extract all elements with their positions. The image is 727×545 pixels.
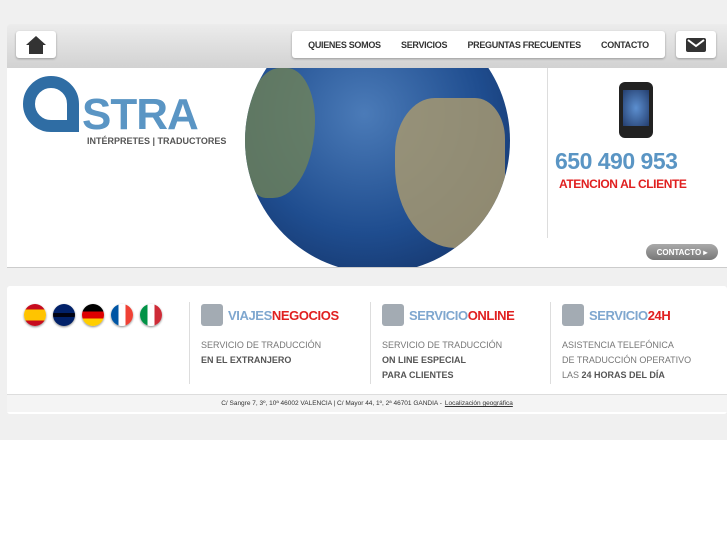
service-title-highlight: 24H <box>647 307 671 323</box>
nav-preguntas-frecuentes[interactable]: PREGUNTAS FRECUENTES <box>467 40 581 50</box>
logo-mark <box>23 76 79 132</box>
service-line: LAS <box>562 370 582 380</box>
nav-contacto[interactable]: CONTACTO <box>601 40 649 50</box>
service-title: SERVICIO <box>409 307 468 323</box>
service-line: SERVICIO DE TRADUCCIÓN <box>201 340 322 350</box>
phone-bubble-icon <box>562 304 584 326</box>
service-line-bold: 24 HORAS DEL DÍA <box>581 370 665 380</box>
service-24h[interactable]: SERVICIO 24H ASISTENCIA TELEFÓNICA DE TRA… <box>550 302 727 384</box>
airplane-icon <box>201 304 223 326</box>
nav-quienes-somos[interactable]: QUIENES SOMOS <box>308 40 381 50</box>
service-line: SERVICIO DE TRADUCCIÓN <box>382 340 503 350</box>
geolocation-link[interactable]: Localización geográfica <box>445 400 513 407</box>
service-line: ON LINE ESPECIAL <box>382 355 467 365</box>
phone-number: 650 490 953 <box>555 148 678 174</box>
flag-italian[interactable] <box>140 304 162 326</box>
flag-german[interactable] <box>82 304 104 326</box>
customer-service-label: ATENCION AL CLIENTE <box>559 177 687 191</box>
language-flags <box>24 304 162 326</box>
service-title: SERVICIO <box>589 307 648 323</box>
service-title: VIAJES <box>228 307 272 323</box>
logo-subtitle: INTÉRPRETES | TRADUCTORES <box>87 136 227 146</box>
logo-text: STRA <box>82 90 199 139</box>
address-text: C/ Sangre 7, 3º, 10ª 46002 VALENCIA | C/… <box>221 400 442 407</box>
service-viajes-negocios[interactable]: VIAJES NEGOCIOS SERVICIO DE TRADUCCIÓN EN… <box>189 302 371 384</box>
divider <box>547 68 548 238</box>
home-button[interactable] <box>16 31 56 58</box>
main-nav: QUIENES SOMOS SERVICIOS PREGUNTAS FRECUE… <box>292 31 665 58</box>
service-line: PARA CLIENTES <box>382 370 454 380</box>
home-icon <box>26 35 46 54</box>
service-line: ASISTENCIA TELEFÓNICA <box>562 340 674 350</box>
flag-english[interactable] <box>53 304 75 326</box>
mouse-icon <box>382 304 404 326</box>
flag-spanish[interactable] <box>24 304 46 326</box>
nav-servicios[interactable]: SERVICIOS <box>401 40 447 50</box>
service-title-highlight: ONLINE <box>467 307 515 323</box>
footer-address-bar: C/ Sangre 7, 3º, 10ª 46002 VALENCIA | C/… <box>7 394 727 412</box>
service-online[interactable]: SERVICIO ONLINE SERVICIO DE TRADUCCIÓN ON… <box>370 302 552 384</box>
service-line: DE TRADUCCIÓN OPERATIVO <box>562 355 692 365</box>
hero-banner: STRA INTÉRPRETES | TRADUCTORES 650 490 9… <box>7 68 727 268</box>
smartphone-icon <box>619 82 653 138</box>
service-title-highlight: NEGOCIOS <box>271 307 339 323</box>
service-line: EN EL EXTRANJERO <box>201 355 292 365</box>
envelope-icon <box>686 37 706 52</box>
contact-button[interactable]: CONTACTO ▸ <box>646 244 718 260</box>
flag-french[interactable] <box>111 304 133 326</box>
globe-image <box>245 68 510 267</box>
mail-button[interactable] <box>676 31 716 58</box>
